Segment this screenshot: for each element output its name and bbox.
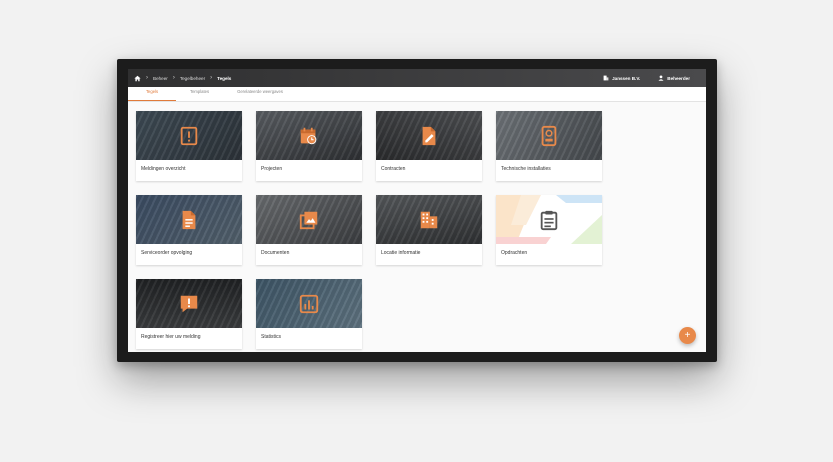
app-screen: › Beheer › Tegelbeheer › Tegels Janssen …	[128, 69, 706, 352]
tile-image	[256, 195, 362, 244]
chevron-right-icon: ›	[172, 75, 175, 81]
tile-image	[136, 111, 242, 160]
tile-opdrachten[interactable]: Opdrachten	[496, 195, 602, 265]
tile-label: Contracten	[381, 166, 406, 172]
tile-image	[256, 111, 362, 160]
tab-templates[interactable]: Templates	[176, 86, 223, 101]
home-icon[interactable]	[134, 75, 141, 82]
breadcrumb: › Beheer › Tegelbeheer › Tegels	[134, 75, 603, 82]
add-tile-button[interactable]: +	[679, 327, 696, 344]
tile-label: Documenten	[261, 250, 290, 256]
tile-label: Meldingen overzicht	[141, 166, 186, 172]
user-icon	[658, 75, 664, 81]
topbar-right: Janssen B.V. Beheerder	[603, 75, 690, 81]
user-menu[interactable]: Beheerder	[658, 75, 690, 81]
tile-label: Projecten	[261, 166, 283, 172]
tile-statistics[interactable]: Statistics	[256, 279, 362, 349]
tile-locatie-informatie[interactable]: Locatie informatie	[376, 195, 482, 265]
tile-grid: Meldingen overzicht Projecten Contracten…	[136, 111, 602, 349]
tile-technische-installaties[interactable]: Technische installaties	[496, 111, 602, 181]
tile-label: Technische installaties	[501, 166, 551, 172]
tile-registreer-melding[interactable]: Registreer hier uw melding	[136, 279, 242, 349]
tile-image	[496, 195, 602, 244]
tile-label: Opdrachten	[501, 250, 528, 256]
tile-image	[496, 111, 602, 160]
monitor-frame: › Beheer › Tegelbeheer › Tegels Janssen …	[117, 59, 717, 362]
tile-image	[376, 111, 482, 160]
tile-contracten[interactable]: Contracten	[376, 111, 482, 181]
tile-documenten[interactable]: Documenten	[256, 195, 362, 265]
tile-image	[136, 195, 242, 244]
tile-projecten[interactable]: Projecten	[256, 111, 362, 181]
tab-tegels[interactable]: Tegels	[128, 86, 176, 101]
chevron-right-icon: ›	[210, 75, 213, 81]
top-bar: › Beheer › Tegelbeheer › Tegels Janssen …	[128, 69, 706, 87]
tile-image	[376, 195, 482, 244]
user-name: Beheerder	[667, 75, 690, 81]
tile-label: Registreer hier uw melding	[141, 334, 201, 340]
image-stack-icon	[299, 211, 318, 229]
company-name: Janssen B.V.	[612, 75, 641, 81]
tile-meldingen-overzicht[interactable]: Meldingen overzicht	[136, 111, 242, 181]
tile-label: Statistics	[261, 334, 282, 340]
company-selector[interactable]: Janssen B.V.	[603, 75, 640, 81]
calendar-clock-icon	[300, 127, 317, 144]
breadcrumb-item-tegels: Tegels	[217, 75, 232, 81]
device-icon	[541, 125, 557, 146]
document-lines-icon	[182, 210, 196, 229]
alert-chat-icon	[180, 295, 198, 312]
chevron-right-icon: ›	[146, 75, 148, 81]
building-icon	[420, 211, 438, 228]
tile-label: Locatie informatie	[381, 250, 421, 256]
clipboard-icon	[540, 210, 558, 230]
building-small-icon	[603, 75, 609, 81]
tile-image	[136, 279, 242, 328]
breadcrumb-item-beheer[interactable]: Beheer	[153, 76, 168, 81]
tile-label: Serviceorder opvolging	[141, 250, 193, 256]
alert-box-icon	[180, 126, 198, 145]
tile-image	[256, 279, 362, 328]
tab-gerelateerde-weergaves[interactable]: Gerelateerde weergaves	[223, 86, 297, 101]
breadcrumb-item-tegelbeheer[interactable]: Tegelbeheer	[180, 76, 205, 81]
tile-serviceorder-opvolging[interactable]: Serviceorder opvolging	[136, 195, 242, 265]
tab-bar: Tegels Templates Gerelateerde weergaves	[128, 87, 706, 102]
document-edit-icon	[422, 126, 436, 145]
bar-chart-icon	[299, 294, 319, 313]
